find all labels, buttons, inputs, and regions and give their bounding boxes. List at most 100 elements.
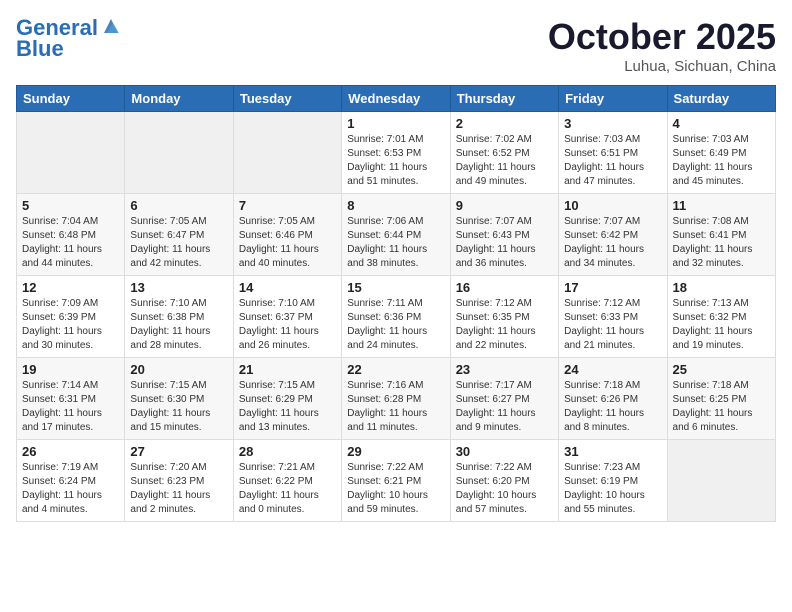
calendar-cell: 21Sunrise: 7:15 AMSunset: 6:29 PMDayligh…: [233, 358, 341, 440]
calendar-cell: 24 Sunrise: 7:18 AMSunset: 6:26 PMDayligh…: [559, 358, 667, 440]
day-info: Sunrise: 7:04 AMSunset: 6:48 PMDaylight:…: [22, 215, 119, 271]
day-info: Sunrise: 7:23 AMSunset: 6:19 PMDaylight:…: [564, 461, 661, 517]
calendar-cell: 2Sunrise: 7:02 AMSunset: 6:52 PMDaylight…: [450, 112, 558, 194]
calendar-cell: 26 Sunrise: 7:19 AMSunset: 6:24 PMDayligh…: [17, 440, 125, 522]
calendar-cell: 3Sunrise: 7:03 AMSunset: 6:51 PMDaylight…: [559, 112, 667, 194]
day-number: 27: [130, 444, 227, 459]
calendar-cell: 15Sunrise: 7:11 AMSunset: 6:36 PMDayligh…: [342, 276, 450, 358]
day-number: 13: [130, 280, 227, 295]
calendar-cell: 10 Sunrise: 7:07 AMSunset: 6:42 PMDayligh…: [559, 194, 667, 276]
calendar-cell: [125, 112, 233, 194]
calendar-cell: 29Sunrise: 7:22 AMSunset: 6:21 PMDayligh…: [342, 440, 450, 522]
calendar-cell: 13 Sunrise: 7:10 AMSunset: 6:38 PMDayligh…: [125, 276, 233, 358]
day-info: Sunrise: 7:07 AMSunset: 6:43 PMDaylight:…: [456, 215, 553, 271]
day-number: 14: [239, 280, 336, 295]
logo-icon: [100, 15, 122, 37]
day-info: Sunrise: 7:22 AMSunset: 6:21 PMDaylight:…: [347, 461, 444, 517]
day-number: 10: [564, 198, 661, 213]
calendar-cell: 4 Sunrise: 7:03 AMSunset: 6:49 PMDaylight…: [667, 112, 775, 194]
day-number: 6: [130, 198, 227, 213]
day-number: 22: [347, 362, 444, 377]
day-info: Sunrise: 7:12 AMSunset: 6:35 PMDaylight:…: [456, 297, 553, 353]
calendar-cell: 30 Sunrise: 7:22 AMSunset: 6:20 PMDayligh…: [450, 440, 558, 522]
day-number: 7: [239, 198, 336, 213]
day-info: Sunrise: 7:05 AMSunset: 6:46 PMDaylight:…: [239, 215, 336, 271]
weekday-header-saturday: Saturday: [667, 86, 775, 112]
day-number: 30: [456, 444, 553, 459]
calendar-cell: 5Sunrise: 7:04 AMSunset: 6:48 PMDaylight…: [17, 194, 125, 276]
day-info: Sunrise: 7:10 AMSunset: 6:37 PMDaylight:…: [239, 297, 336, 353]
weekday-header-wednesday: Wednesday: [342, 86, 450, 112]
weekday-header-tuesday: Tuesday: [233, 86, 341, 112]
day-number: 24: [564, 362, 661, 377]
calendar-cell: 16 Sunrise: 7:12 AMSunset: 6:35 PMDayligh…: [450, 276, 558, 358]
calendar-cell: 7 Sunrise: 7:05 AMSunset: 6:46 PMDaylight…: [233, 194, 341, 276]
day-number: 18: [673, 280, 770, 295]
day-number: 12: [22, 280, 119, 295]
day-number: 8: [347, 198, 444, 213]
day-number: 16: [456, 280, 553, 295]
day-info: Sunrise: 7:13 AMSunset: 6:32 PMDaylight:…: [673, 297, 770, 353]
title-block: October 2025 Luhua, Sichuan, China: [548, 16, 776, 75]
day-info: Sunrise: 7:21 AMSunset: 6:22 PMDaylight:…: [239, 461, 336, 517]
calendar-cell: 8 Sunrise: 7:06 AMSunset: 6:44 PMDaylight…: [342, 194, 450, 276]
day-info: Sunrise: 7:01 AMSunset: 6:53 PMDaylight:…: [347, 133, 444, 189]
day-info: Sunrise: 7:22 AMSunset: 6:20 PMDaylight:…: [456, 461, 553, 517]
day-info: Sunrise: 7:19 AMSunset: 6:24 PMDaylight:…: [22, 461, 119, 517]
calendar-cell: 23 Sunrise: 7:17 AMSunset: 6:27 PMDayligh…: [450, 358, 558, 440]
calendar-cell: 14 Sunrise: 7:10 AMSunset: 6:37 PMDayligh…: [233, 276, 341, 358]
calendar-cell: 25Sunrise: 7:18 AMSunset: 6:25 PMDayligh…: [667, 358, 775, 440]
calendar-cell: [667, 440, 775, 522]
calendar-cell: 31 Sunrise: 7:23 AMSunset: 6:19 PMDayligh…: [559, 440, 667, 522]
calendar-cell: 19Sunrise: 7:14 AMSunset: 6:31 PMDayligh…: [17, 358, 125, 440]
day-number: 28: [239, 444, 336, 459]
calendar-cell: 22Sunrise: 7:16 AMSunset: 6:28 PMDayligh…: [342, 358, 450, 440]
calendar-week-row: 12 Sunrise: 7:09 AMSunset: 6:39 PMDayligh…: [17, 276, 776, 358]
day-number: 23: [456, 362, 553, 377]
calendar-cell: 11Sunrise: 7:08 AMSunset: 6:41 PMDayligh…: [667, 194, 775, 276]
day-number: 17: [564, 280, 661, 295]
calendar-table: SundayMondayTuesdayWednesdayThursdayFrid…: [16, 85, 776, 522]
calendar-week-row: 19Sunrise: 7:14 AMSunset: 6:31 PMDayligh…: [17, 358, 776, 440]
calendar-cell: 17 Sunrise: 7:12 AMSunset: 6:33 PMDayligh…: [559, 276, 667, 358]
calendar-cell: 27 Sunrise: 7:20 AMSunset: 6:23 PMDayligh…: [125, 440, 233, 522]
weekday-header-thursday: Thursday: [450, 86, 558, 112]
calendar-cell: 12 Sunrise: 7:09 AMSunset: 6:39 PMDayligh…: [17, 276, 125, 358]
day-info: Sunrise: 7:07 AMSunset: 6:42 PMDaylight:…: [564, 215, 661, 271]
calendar-cell: [233, 112, 341, 194]
calendar-week-row: 26 Sunrise: 7:19 AMSunset: 6:24 PMDayligh…: [17, 440, 776, 522]
day-info: Sunrise: 7:03 AMSunset: 6:49 PMDaylight:…: [673, 133, 770, 189]
calendar-cell: [17, 112, 125, 194]
day-info: Sunrise: 7:09 AMSunset: 6:39 PMDaylight:…: [22, 297, 119, 353]
calendar-week-row: 1Sunrise: 7:01 AMSunset: 6:53 PMDaylight…: [17, 112, 776, 194]
day-number: 20: [130, 362, 227, 377]
calendar-cell: 28 Sunrise: 7:21 AMSunset: 6:22 PMDayligh…: [233, 440, 341, 522]
weekday-header-sunday: Sunday: [17, 86, 125, 112]
day-info: Sunrise: 7:17 AMSunset: 6:27 PMDaylight:…: [456, 379, 553, 435]
day-info: Sunrise: 7:12 AMSunset: 6:33 PMDaylight:…: [564, 297, 661, 353]
calendar-cell: 9 Sunrise: 7:07 AMSunset: 6:43 PMDaylight…: [450, 194, 558, 276]
weekday-header-friday: Friday: [559, 86, 667, 112]
day-number: 25: [673, 362, 770, 377]
day-number: 4: [673, 116, 770, 131]
day-info: Sunrise: 7:08 AMSunset: 6:41 PMDaylight:…: [673, 215, 770, 271]
day-info: Sunrise: 7:02 AMSunset: 6:52 PMDaylight:…: [456, 133, 553, 189]
day-info: Sunrise: 7:10 AMSunset: 6:38 PMDaylight:…: [130, 297, 227, 353]
weekday-header-row: SundayMondayTuesdayWednesdayThursdayFrid…: [17, 86, 776, 112]
calendar-cell: 20Sunrise: 7:15 AMSunset: 6:30 PMDayligh…: [125, 358, 233, 440]
day-info: Sunrise: 7:03 AMSunset: 6:51 PMDaylight:…: [564, 133, 661, 189]
day-info: Sunrise: 7:18 AMSunset: 6:26 PMDaylight:…: [564, 379, 661, 435]
weekday-header-monday: Monday: [125, 86, 233, 112]
day-number: 26: [22, 444, 119, 459]
day-info: Sunrise: 7:15 AMSunset: 6:29 PMDaylight:…: [239, 379, 336, 435]
logo: General Blue: [16, 16, 122, 62]
location: Luhua, Sichuan, China: [548, 58, 776, 75]
day-info: Sunrise: 7:06 AMSunset: 6:44 PMDaylight:…: [347, 215, 444, 271]
page-header: General Blue October 2025 Luhua, Sichuan…: [16, 16, 776, 75]
day-info: Sunrise: 7:20 AMSunset: 6:23 PMDaylight:…: [130, 461, 227, 517]
day-number: 9: [456, 198, 553, 213]
calendar-cell: 1Sunrise: 7:01 AMSunset: 6:53 PMDaylight…: [342, 112, 450, 194]
day-number: 31: [564, 444, 661, 459]
calendar-cell: 6Sunrise: 7:05 AMSunset: 6:47 PMDaylight…: [125, 194, 233, 276]
day-number: 15: [347, 280, 444, 295]
